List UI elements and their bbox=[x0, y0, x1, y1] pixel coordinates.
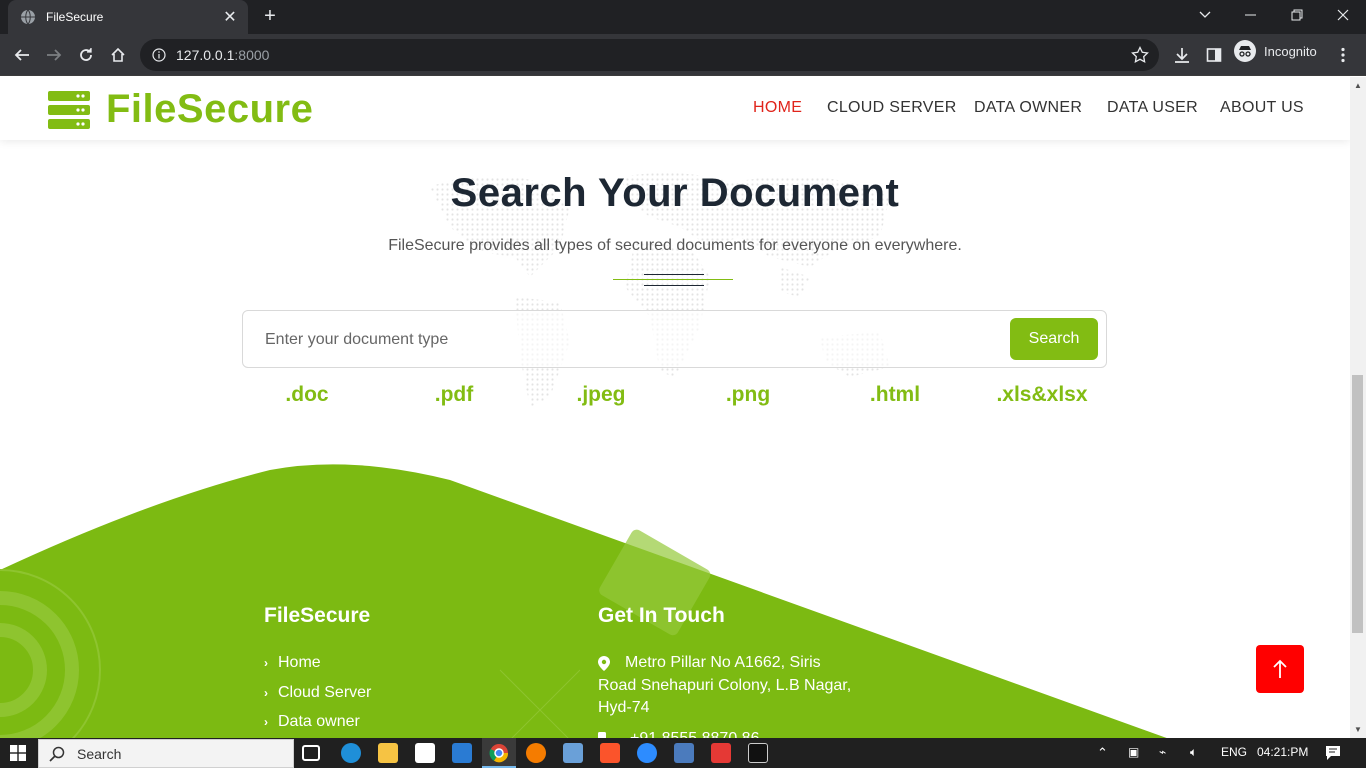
footer-link-home[interactable]: › Home bbox=[264, 654, 321, 672]
browser-tab[interactable]: FileSecure ✕ bbox=[8, 0, 248, 34]
nav-data-owner[interactable]: DATA OWNER bbox=[974, 99, 1082, 117]
remote-desktop-icon[interactable] bbox=[563, 743, 583, 763]
store-icon[interactable] bbox=[415, 743, 435, 763]
globe-icon bbox=[21, 9, 35, 25]
tab-search-icon[interactable] bbox=[1182, 0, 1228, 30]
close-tab-icon[interactable]: ✕ bbox=[222, 7, 238, 27]
page-subtitle: FileSecure provides all types of secured… bbox=[388, 237, 962, 254]
decorative-divider bbox=[644, 285, 704, 286]
logo-text: FileSecure bbox=[106, 87, 314, 131]
doc-type-png[interactable]: .png bbox=[688, 383, 808, 407]
anydesk-icon[interactable] bbox=[711, 743, 731, 763]
scrollbar-thumb[interactable] bbox=[1352, 375, 1363, 633]
new-tab-button[interactable]: + bbox=[259, 5, 281, 27]
page-title: Search Your Document bbox=[450, 171, 900, 215]
nav-home[interactable]: HOME bbox=[753, 99, 802, 117]
footer-link-cloud-server[interactable]: › Cloud Server bbox=[264, 684, 371, 702]
footer-address-line1: Metro Pillar No A1662, Siris bbox=[625, 654, 821, 671]
file-explorer-icon[interactable] bbox=[378, 743, 398, 763]
clock[interactable]: 04:21:PM bbox=[1257, 745, 1308, 759]
taskbar-search-label: Search bbox=[77, 745, 122, 762]
windows-start-icon[interactable] bbox=[10, 745, 26, 761]
page-scrollbar[interactable]: ▲ ▼ bbox=[1350, 77, 1366, 738]
search-button[interactable]: Search bbox=[1010, 318, 1098, 360]
document-type-input[interactable] bbox=[265, 325, 965, 355]
browser-tab-strip: FileSecure ✕ + bbox=[0, 0, 1366, 34]
brave-icon[interactable] bbox=[600, 743, 620, 763]
scroll-up-icon[interactable]: ▲ bbox=[1354, 81, 1362, 90]
footer-brand-heading: FileSecure bbox=[264, 604, 371, 627]
meet-now-icon[interactable]: ▣ bbox=[1128, 745, 1139, 759]
chevron-right-icon: › bbox=[264, 715, 268, 729]
notification-icon[interactable] bbox=[1325, 745, 1341, 761]
home-icon[interactable] bbox=[105, 42, 131, 68]
terminal-icon[interactable] bbox=[748, 743, 768, 763]
chevron-right-icon: › bbox=[264, 656, 268, 670]
minimize-button[interactable] bbox=[1228, 0, 1274, 30]
nav-about-us[interactable]: ABOUT US bbox=[1220, 99, 1304, 117]
web-page: FileSecure HOME CLOUD SERVER DATA OWNER … bbox=[0, 77, 1350, 738]
doc-type-html[interactable]: .html bbox=[835, 383, 955, 407]
tab-title: FileSecure bbox=[46, 10, 104, 24]
chrome-taskbar-item[interactable] bbox=[482, 738, 516, 768]
screen-capture-icon[interactable] bbox=[674, 743, 694, 763]
download-icon[interactable] bbox=[1169, 42, 1195, 68]
chrome-icon bbox=[489, 744, 509, 763]
incognito-icon bbox=[1234, 40, 1256, 62]
chevron-up-icon[interactable]: ⌃ bbox=[1097, 745, 1108, 761]
kebab-menu-icon[interactable] bbox=[1330, 42, 1356, 68]
volume-icon[interactable]: 🔈︎ bbox=[1190, 745, 1197, 760]
forward-arrow-icon[interactable] bbox=[41, 42, 67, 68]
zoom-icon[interactable] bbox=[637, 743, 657, 763]
server-icon bbox=[48, 90, 90, 129]
close-window-button[interactable] bbox=[1320, 0, 1366, 30]
browser-toolbar: 127.0.0.1:8000 Incognito bbox=[0, 34, 1366, 76]
edge-icon[interactable] bbox=[341, 743, 361, 763]
doc-type-doc[interactable]: .doc bbox=[247, 383, 367, 407]
info-icon[interactable] bbox=[152, 48, 166, 62]
taskbar-search-box[interactable]: Search bbox=[38, 739, 294, 768]
network-icon[interactable]: ⌁ bbox=[1159, 745, 1166, 759]
footer-link-data-owner[interactable]: › Data owner bbox=[264, 713, 360, 731]
doc-type-xls-xlsx[interactable]: .xls&xlsx bbox=[982, 383, 1102, 407]
reload-icon[interactable] bbox=[73, 42, 99, 68]
doc-type-pdf[interactable]: .pdf bbox=[394, 383, 514, 407]
decorative-divider bbox=[644, 274, 704, 275]
back-to-top-button[interactable] bbox=[1256, 645, 1304, 693]
scroll-down-icon[interactable]: ▼ bbox=[1354, 725, 1362, 734]
footer-contact-heading: Get In Touch bbox=[598, 604, 725, 627]
address-bar[interactable]: 127.0.0.1:8000 bbox=[140, 39, 1159, 71]
task-view-icon[interactable] bbox=[302, 745, 320, 761]
vscode-icon[interactable] bbox=[452, 743, 472, 763]
chevron-right-icon: › bbox=[264, 686, 268, 700]
profile-label: Incognito bbox=[1264, 43, 1317, 59]
doc-type-jpeg[interactable]: .jpeg bbox=[541, 383, 661, 407]
arrow-up-icon bbox=[1273, 659, 1287, 678]
incognito-indicator[interactable]: Incognito bbox=[1234, 40, 1317, 62]
document-search-form: Search bbox=[242, 310, 1107, 368]
footer-address-line3: Hyd-74 bbox=[598, 699, 650, 716]
nav-data-user[interactable]: DATA USER bbox=[1107, 99, 1198, 117]
windows-taskbar: Search ⌃ ▣ ⌁ 🔈︎ ENG 04:21:PM bbox=[0, 738, 1366, 768]
map-pin-icon bbox=[598, 656, 610, 671]
site-logo[interactable]: FileSecure bbox=[48, 87, 313, 132]
decorative-divider bbox=[613, 279, 733, 280]
search-tool-icon[interactable] bbox=[526, 743, 546, 763]
footer-phone: +91 8555 8870 86 bbox=[630, 728, 759, 738]
url-text: 127.0.0.1:8000 bbox=[176, 47, 270, 63]
site-header: FileSecure HOME CLOUD SERVER DATA OWNER … bbox=[0, 77, 1350, 140]
side-panel-icon[interactable] bbox=[1201, 42, 1227, 68]
bookmark-star-icon[interactable] bbox=[1131, 46, 1149, 64]
footer-address-line2: Road Snehapuri Colony, L.B Nagar, bbox=[598, 677, 852, 694]
restore-button[interactable] bbox=[1274, 0, 1320, 30]
search-icon bbox=[49, 746, 65, 762]
back-arrow-icon[interactable] bbox=[9, 42, 35, 68]
nav-cloud-server[interactable]: CLOUD SERVER bbox=[827, 99, 957, 117]
language-indicator[interactable]: ENG bbox=[1221, 745, 1247, 759]
